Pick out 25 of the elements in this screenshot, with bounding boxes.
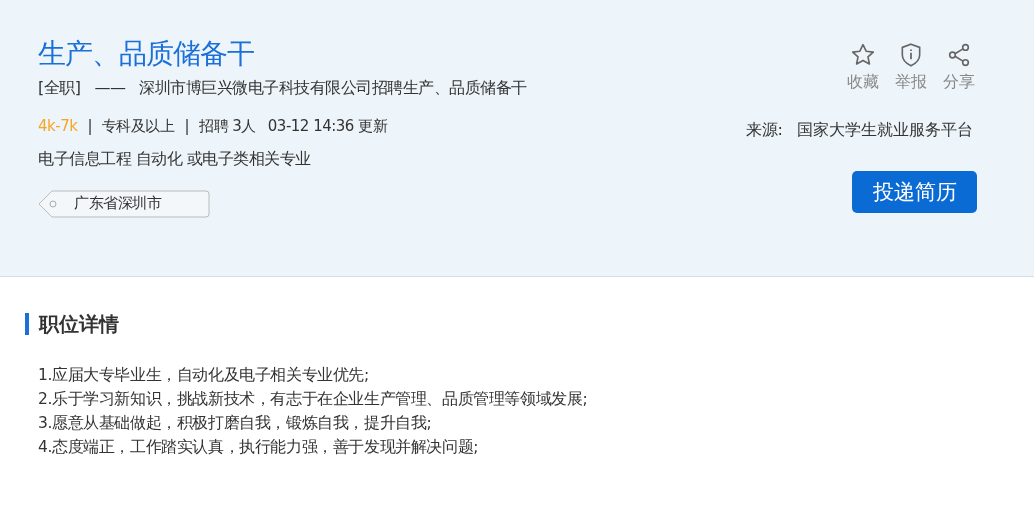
update-time: 03-12 14:36 更新 xyxy=(267,117,388,136)
apply-button[interactable]: 投递简历 xyxy=(852,171,977,213)
majors: 电子信息工程 自动化 或电子类相关专业 xyxy=(38,149,312,170)
star-icon xyxy=(850,42,876,68)
report-button[interactable]: 举报 xyxy=(893,42,929,93)
source-value: 国家大学生就业服务平台 xyxy=(797,120,973,141)
separator: | xyxy=(87,117,92,136)
education: 专科及以上 xyxy=(101,117,175,136)
favorite-button[interactable]: 收藏 xyxy=(845,42,881,93)
dash-separator: —— xyxy=(94,78,126,99)
requirement-line: 1.应届大专毕业生，自动化及电子相关专业优先; xyxy=(38,365,370,386)
job-title: 生产、品质储备干 xyxy=(38,36,255,72)
share-icon xyxy=(946,42,972,68)
salary: 4k-7k xyxy=(38,117,78,136)
section-heading: 职位详情 xyxy=(25,313,1034,335)
share-button[interactable]: 分享 xyxy=(941,42,977,93)
job-type: [全职] xyxy=(38,78,81,99)
headcount: 招聘 3人 xyxy=(199,117,256,136)
requirement-line: 2.乐于学习新知识，挑战新技术，有志于在企业生产管理、品质管理等领域发展; xyxy=(38,389,589,410)
requirement-line: 4.态度端正，工作踏实认真，执行能力强，善于发现并解决问题; xyxy=(38,437,479,458)
source-label: 来源: xyxy=(745,120,783,141)
company-name: 深圳市博巨兴微电子科技有限公司招聘生产、品质储备干 xyxy=(139,78,527,99)
requirement-line: 3.愿意从基础做起，积极打磨自我，锻炼自我，提升自我; xyxy=(38,413,433,434)
location-tag: 广东省深圳市 xyxy=(38,190,210,218)
separator: | xyxy=(184,117,189,136)
